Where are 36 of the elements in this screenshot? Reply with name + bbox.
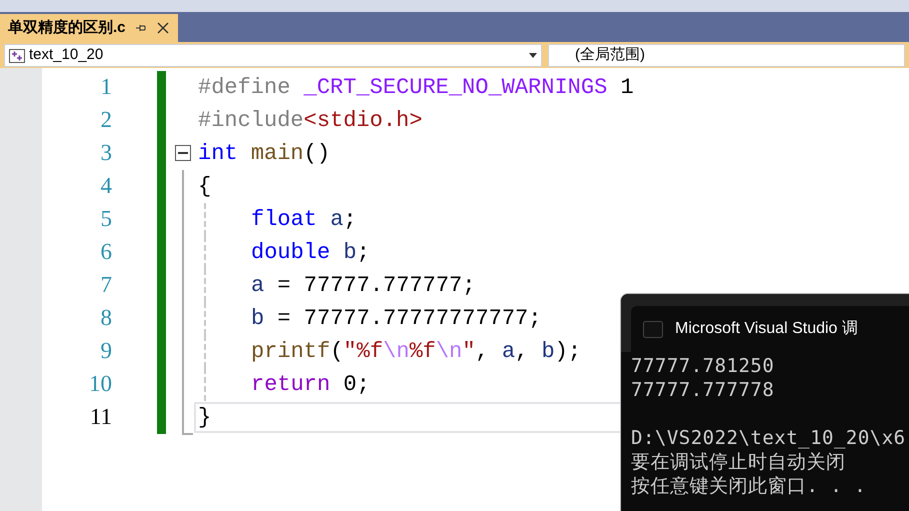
line-number: 9 (100, 337, 112, 366)
code-line: #define _CRT_SECURE_NO_WARNINGS 1 (198, 74, 634, 102)
line-number: 5 (100, 205, 112, 234)
console-tab[interactable]: Microsoft Visual Studio 调 (631, 306, 909, 352)
caret-icon (529, 53, 537, 58)
console-message: 按任意键关闭此窗口. . . (631, 474, 868, 498)
scope-dropdown[interactable]: (全局范围) (548, 44, 905, 67)
code-line: a = 77777.777777; (204, 269, 476, 302)
console-message: 要在调试停止时自动关闭 (631, 450, 846, 474)
line-number: 1 (100, 73, 112, 102)
project-icon (9, 48, 25, 62)
project-dropdown[interactable]: text_10_20 (4, 44, 542, 67)
line-number: 2 (100, 106, 112, 134)
close-icon[interactable] (156, 21, 170, 35)
code-line: b = 77777.77777777777; (204, 302, 542, 335)
line-number: 10 (88, 370, 112, 398)
code-line: #include<stdio.h> (198, 106, 422, 134)
terminal-icon (643, 320, 663, 338)
console-message: D:\VS2022\text_10_20\x6 (631, 426, 907, 450)
code-line: return 0; (204, 368, 370, 401)
line-number: 3 (100, 139, 112, 168)
collapse-icon[interactable] (175, 145, 191, 161)
console-output: 77777.781250 (631, 354, 776, 378)
file-tab[interactable]: 单双精度的区别.c (0, 14, 178, 42)
code-line: int main() (198, 140, 330, 168)
code-line: float a; (204, 203, 357, 236)
line-number: 11 (88, 403, 112, 432)
line-number: 4 (100, 172, 112, 200)
code-line: double b; (204, 236, 370, 269)
line-number: 6 (100, 238, 112, 266)
console-output: 77777.777778 (631, 378, 776, 402)
code-line: { (198, 172, 212, 200)
line-number: 8 (100, 304, 112, 332)
project-name: text_10_20 (29, 45, 104, 66)
code-line: printf("%f\n%f\n", a, b); (204, 335, 582, 368)
line-number: 7 (100, 271, 112, 300)
